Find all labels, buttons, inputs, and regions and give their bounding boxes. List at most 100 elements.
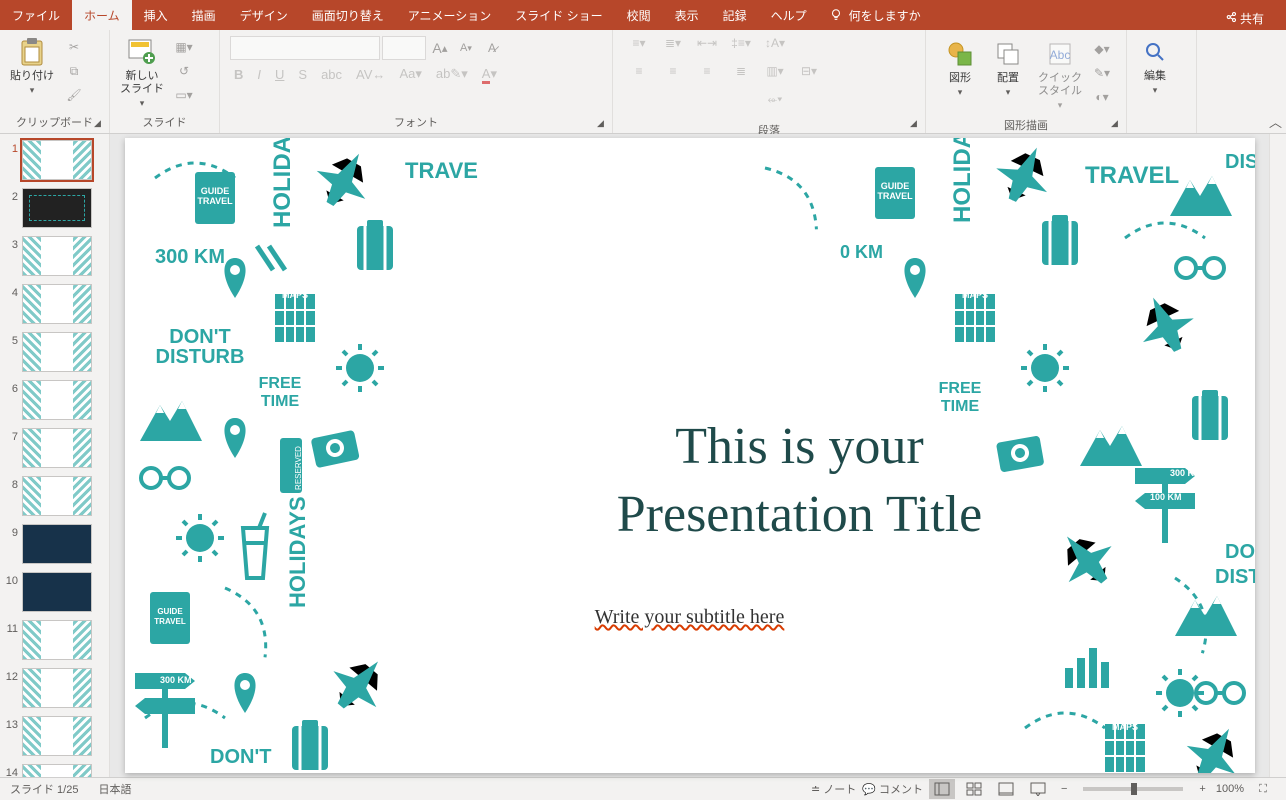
char-spacing-button[interactable]: AV↔ (356, 67, 385, 82)
thumbnail-preview[interactable] (22, 140, 92, 180)
comments-button[interactable]: 💬 コメント (862, 781, 923, 797)
section-button[interactable]: ▭▾ (172, 84, 196, 106)
bullets-button[interactable]: ≡▾ (625, 36, 653, 50)
zoom-out-button[interactable]: − (1057, 783, 1071, 795)
thumbnail-item[interactable]: 1 (4, 140, 109, 180)
thumbnail-preview[interactable] (22, 764, 92, 777)
zoom-level[interactable]: 100% (1216, 783, 1244, 795)
reset-button[interactable]: ↺ (172, 60, 196, 82)
thumbnail-item[interactable]: 11 (4, 620, 109, 660)
thumbnail-preview[interactable] (22, 236, 92, 276)
tab-file[interactable]: ファイル (0, 0, 72, 30)
thumbnail-item[interactable]: 6 (4, 380, 109, 420)
underline-button[interactable]: U (275, 67, 284, 82)
shapes-button[interactable]: 図形 ▾ (938, 36, 982, 100)
tab-insert[interactable]: 挿入 (132, 0, 180, 30)
font-family-combo[interactable] (230, 36, 380, 60)
normal-view-button[interactable] (929, 779, 955, 799)
language-indicator[interactable]: 日本語 (98, 781, 131, 797)
align-left-button[interactable]: ≡ (625, 64, 653, 78)
slide-canvas[interactable]: GUIDETRAVEL HOLIDAY TRAVE 300 KM MAPS DO… (110, 134, 1269, 777)
fit-to-window-button[interactable]: ⛶ (1250, 779, 1276, 799)
paragraph-launcher[interactable]: ◢ (910, 118, 922, 130)
thumbnail-preview[interactable] (22, 620, 92, 660)
zoom-slider-thumb[interactable] (1131, 783, 1137, 795)
drawing-launcher[interactable]: ◢ (1111, 118, 1123, 130)
grow-font-button[interactable]: A▴ (428, 37, 452, 59)
slide-sorter-view-button[interactable] (961, 779, 987, 799)
slide-thumbnails-panel[interactable]: 123456789101112131415 (0, 134, 110, 777)
change-case-button[interactable]: Aa▾ (399, 66, 421, 82)
quick-styles-button[interactable]: Abc クイック スタイル ▾ (1034, 36, 1086, 113)
thumbnail-preview[interactable] (22, 332, 92, 372)
convert-smartart-button[interactable]: ⬰▾ (761, 92, 789, 107)
thumbnail-preview[interactable] (22, 572, 92, 612)
clipboard-launcher[interactable]: ◢ (94, 118, 106, 130)
clear-formatting-button[interactable]: A̷ (480, 37, 504, 59)
vertical-scrollbar[interactable] (1269, 134, 1286, 777)
arrange-button[interactable]: 配置 ▾ (986, 36, 1030, 100)
new-slide-button[interactable]: 新しい スライド ▾ (116, 34, 168, 111)
paste-button[interactable]: 貼り付け ▾ (6, 34, 58, 98)
thumbnail-item[interactable]: 8 (4, 476, 109, 516)
highlight-button[interactable]: ab✎▾ (436, 66, 468, 82)
shape-fill-button[interactable]: ◆▾ (1090, 38, 1114, 60)
reading-view-button[interactable] (993, 779, 1019, 799)
numbering-button[interactable]: ≣▾ (659, 36, 687, 50)
thumbnail-item[interactable]: 13 (4, 716, 109, 756)
shrink-font-button[interactable]: A▾ (454, 37, 478, 59)
copy-button[interactable]: ⧉ (62, 60, 86, 82)
collapse-ribbon-button[interactable]: ︿ (1269, 112, 1282, 131)
align-text-button[interactable]: ⊟▾ (795, 64, 823, 78)
shape-outline-button[interactable]: ✎▾ (1090, 62, 1114, 84)
thumbnail-item[interactable]: 10 (4, 572, 109, 612)
tab-animations[interactable]: アニメーション (396, 0, 504, 30)
thumbnail-item[interactable]: 3 (4, 236, 109, 276)
thumbnail-preview[interactable] (22, 428, 92, 468)
zoom-in-button[interactable]: + (1195, 783, 1209, 795)
thumbnail-item[interactable]: 14 (4, 764, 109, 777)
tab-review[interactable]: 校閲 (615, 0, 663, 30)
tab-slideshow[interactable]: スライド ショー (503, 0, 614, 30)
shadow-button[interactable]: abc (321, 67, 342, 82)
notes-button[interactable]: ≐ ノート (811, 781, 856, 797)
tab-help[interactable]: ヘルプ (759, 0, 819, 30)
align-center-button[interactable]: ≡ (659, 64, 687, 78)
thumbnail-item[interactable]: 9 (4, 524, 109, 564)
slideshow-view-button[interactable] (1025, 779, 1051, 799)
text-direction-button[interactable]: ↕A▾ (761, 36, 789, 50)
thumbnail-preview[interactable] (22, 716, 92, 756)
thumbnail-item[interactable]: 7 (4, 428, 109, 468)
thumbnail-preview[interactable] (22, 380, 92, 420)
strikethrough-button[interactable]: S (298, 67, 307, 82)
tab-home[interactable]: ホーム (72, 0, 132, 30)
columns-button[interactable]: ▥▾ (761, 64, 789, 78)
tab-design[interactable]: デザイン (228, 0, 300, 30)
tab-record[interactable]: 記録 (711, 0, 759, 30)
format-painter-button[interactable]: 🖌 (62, 84, 86, 106)
slide[interactable]: GUIDETRAVEL HOLIDAY TRAVE 300 KM MAPS DO… (125, 138, 1255, 773)
zoom-slider[interactable] (1083, 787, 1183, 791)
line-spacing-button[interactable]: ‡≡▾ (727, 36, 755, 50)
thumbnail-preview[interactable] (22, 524, 92, 564)
thumbnail-item[interactable]: 4 (4, 284, 109, 324)
tab-transitions[interactable]: 画面切り替え (300, 0, 396, 30)
slide-counter[interactable]: スライド 1/25 (10, 781, 78, 797)
justify-button[interactable]: ≣ (727, 64, 755, 78)
thumbnail-item[interactable]: 5 (4, 332, 109, 372)
tab-view[interactable]: 表示 (663, 0, 711, 30)
layout-button[interactable]: ▦▾ (172, 36, 196, 58)
thumbnail-item[interactable]: 12 (4, 668, 109, 708)
bold-button[interactable]: B (234, 67, 243, 82)
thumbnail-preview[interactable] (22, 188, 92, 228)
find-button[interactable]: 編集 ▾ (1133, 34, 1177, 98)
thumbnail-preview[interactable] (22, 476, 92, 516)
slide-subtitle-placeholder[interactable]: Write your subtitle here (125, 606, 1255, 629)
italic-button[interactable]: I (257, 67, 261, 82)
align-right-button[interactable]: ≡ (693, 64, 721, 78)
tell-me-search[interactable]: 何をしますか (819, 0, 931, 30)
font-launcher[interactable]: ◢ (597, 118, 609, 130)
shape-effects-button[interactable]: ◐▾ (1090, 86, 1114, 108)
font-color-button[interactable]: A▾ (482, 66, 497, 82)
share-button[interactable]: 共有 (1213, 4, 1276, 27)
